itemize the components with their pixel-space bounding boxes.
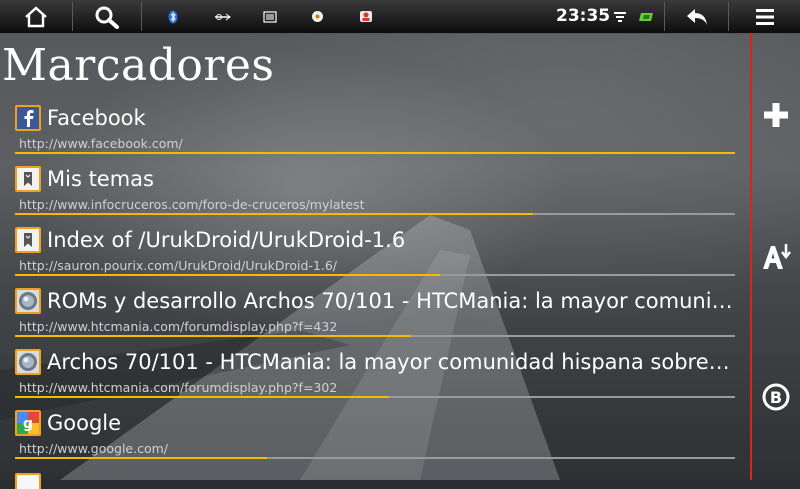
visit-bar-fill: [15, 335, 411, 337]
svg-text:g: g: [23, 416, 33, 432]
visit-bar-track: [15, 152, 735, 154]
visit-bar-fill: [15, 396, 390, 398]
visit-bar-track: [15, 396, 735, 398]
bookmark-item-google[interactable]: g Google http://www.google.com/: [15, 408, 736, 469]
contacts-notify-icon: [356, 0, 376, 33]
bookmark-url: http://www.infocruceros.com/foro-de-cruc…: [19, 197, 365, 212]
browser-button[interactable]: B: [756, 377, 796, 417]
sort-button[interactable]: [756, 236, 796, 276]
back-icon: [686, 8, 707, 25]
bookmark-title: Facebook: [47, 106, 146, 130]
bluetooth-icon: [164, 0, 182, 33]
visit-bar-track: [15, 457, 735, 459]
htcmania-icon: [15, 349, 41, 375]
settings-notify-icon: [307, 0, 327, 33]
bookmark-url: http://sauron.pourix.com/UrukDroid/UrukD…: [19, 258, 337, 273]
browser-icon: B: [762, 383, 790, 411]
bookmark-title: Mis temas: [47, 167, 154, 191]
facebook-icon: [15, 105, 41, 131]
bookmark-title: Google: [47, 411, 122, 435]
bookmark-title: ROMs y desarrollo Archos 70/101 - HTCMan…: [47, 289, 735, 313]
visit-bar-fill: [15, 152, 735, 154]
search-icon: [95, 6, 119, 29]
menu-icon: [755, 8, 774, 25]
wifi-icon: [612, 0, 628, 33]
bookmark-item-facebook[interactable]: Facebook http://www.facebook.com/: [15, 103, 736, 164]
usb-icon: [212, 0, 234, 33]
bookmark-item-urukdroid[interactable]: Index of /UrukDroid/UrukDroid-1.6 http:/…: [15, 225, 736, 286]
bookmark-item-mis-temas[interactable]: Mis temas http://www.infocruceros.com/fo…: [15, 164, 736, 225]
visit-bar-fill: [15, 213, 534, 215]
search-button[interactable]: [73, 0, 141, 33]
panel-divider: [750, 33, 752, 480]
bookmark-item-partial[interactable]: [15, 469, 736, 489]
visit-bar-fill: [15, 457, 267, 459]
bookmark-icon: [15, 473, 41, 489]
bookmark-title: Archos 70/101 - HTCMania: la mayor comun…: [47, 350, 735, 374]
menu-button[interactable]: [729, 0, 800, 33]
visit-bar-track: [15, 274, 735, 276]
bookmark-title: Index of /UrukDroid/UrukDroid-1.6: [47, 228, 406, 252]
battery-icon: [636, 0, 656, 33]
bookmark-icon: [15, 227, 41, 253]
home-icon: [25, 5, 47, 27]
status-bar: 23:35: [0, 0, 800, 34]
bookmark-url: http://www.htcmania.com/forumdisplay.php…: [19, 319, 338, 334]
bookmark-item-htcmania-roms[interactable]: ROMs y desarrollo Archos 70/101 - HTCMan…: [15, 286, 736, 347]
bookmark-url: http://www.facebook.com/: [19, 136, 183, 151]
back-button[interactable]: [665, 0, 728, 33]
add-bookmark-button[interactable]: [756, 95, 796, 135]
htcmania-icon: [15, 288, 41, 314]
clock-time: 23:35: [556, 6, 611, 26]
bookmark-item-htcmania-archos[interactable]: Archos 70/101 - HTCMania: la mayor comun…: [15, 347, 736, 408]
sort-alpha-icon: [763, 244, 791, 269]
home-button[interactable]: [0, 0, 72, 33]
bookmark-url: http://www.google.com/: [19, 441, 168, 456]
bookmark-icon: [15, 166, 41, 192]
bookmark-url: http://www.htcmania.com/forumdisplay.php…: [19, 380, 338, 395]
visit-bar-track: [15, 335, 735, 337]
visit-bar-track: [15, 213, 735, 215]
add-bookmark-icon: [764, 103, 788, 127]
google-icon: g: [15, 410, 41, 436]
visit-bar-fill: [15, 274, 440, 276]
screen-icon: [260, 0, 280, 33]
page-title: Marcadores: [2, 40, 275, 91]
svg-text:B: B: [770, 388, 782, 407]
bookmark-list: Facebook http://www.facebook.com/ Mis te…: [15, 103, 736, 489]
